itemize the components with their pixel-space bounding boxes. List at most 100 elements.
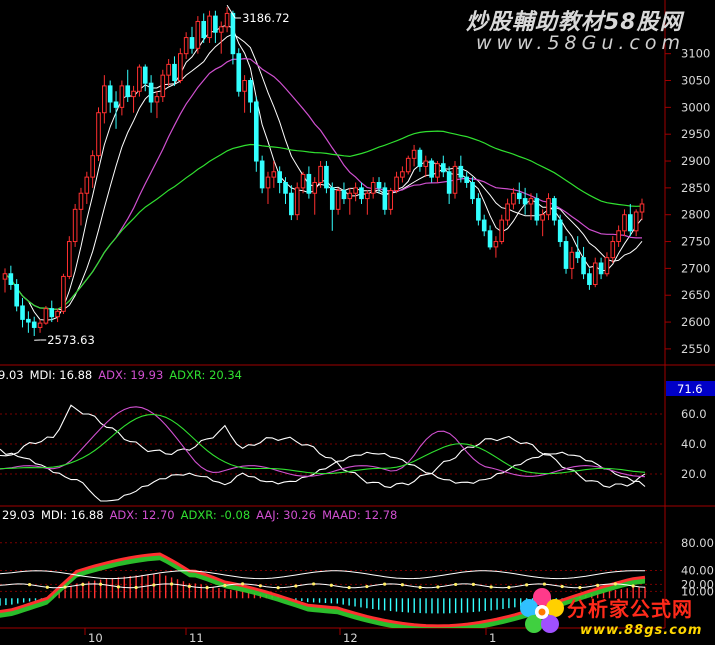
candle-body — [248, 80, 253, 103]
candle — [464, 171, 469, 188]
candle-body — [172, 63, 177, 82]
candle-body — [90, 155, 95, 178]
aaj-dot — [418, 585, 422, 589]
candle — [365, 190, 370, 215]
candle-body — [575, 251, 581, 259]
dmi-tick-label: 20.0 — [681, 467, 707, 481]
candle — [563, 236, 569, 274]
candle-body — [440, 163, 446, 173]
candle-body — [207, 15, 212, 39]
candle — [616, 225, 621, 247]
high-label: 3186.72 — [242, 11, 290, 25]
candle-body — [259, 160, 265, 189]
candle-body — [166, 63, 171, 76]
dmi-tick-label: 60.0 — [681, 407, 707, 421]
candle-body — [324, 165, 329, 189]
mdi-line — [0, 448, 646, 502]
candle — [72, 203, 78, 247]
candle — [481, 214, 487, 237]
candle — [400, 166, 405, 183]
candle — [435, 161, 440, 183]
aaj-dot — [276, 586, 280, 590]
candle — [271, 161, 277, 188]
dmi-highlight-value: 71.6 — [677, 382, 703, 396]
candle-body — [353, 187, 358, 194]
price-tick-label: 3000 — [681, 100, 710, 114]
candle-body — [224, 12, 230, 28]
candle — [213, 10, 218, 43]
aaj-dot — [63, 585, 67, 589]
candle-body — [598, 262, 604, 275]
candle — [142, 64, 148, 92]
candle — [160, 69, 166, 102]
candle-body — [66, 241, 72, 277]
candle — [166, 59, 171, 86]
candle-body — [476, 198, 481, 221]
candle-body — [218, 26, 224, 33]
candle — [102, 75, 107, 124]
candle-body — [283, 182, 288, 194]
candle — [148, 75, 154, 113]
price-tick-label: 3050 — [681, 74, 710, 88]
dmi-axis: 20.0 40.0 60.0 — [681, 407, 707, 481]
aaj-dot — [383, 582, 387, 586]
dmi-legend-item: ADXR: 20.34 — [169, 368, 242, 382]
candle-body — [481, 219, 487, 232]
time-tick-label: 11 — [189, 631, 204, 645]
maad-line — [0, 570, 645, 580]
site-logo[interactable]: 分析家公式网 www.88gs.com — [516, 583, 715, 645]
moving-averages — [4, 24, 643, 321]
candle — [324, 161, 329, 194]
aaj-dot — [27, 583, 32, 587]
candle-body — [230, 12, 236, 55]
candle-body — [429, 160, 434, 178]
candle-body — [610, 241, 616, 259]
candle-body — [277, 171, 282, 184]
candle-body — [154, 96, 160, 103]
candle — [189, 26, 195, 54]
dmi-legend-item: ADX: 19.93 — [98, 368, 163, 382]
candle — [587, 268, 592, 290]
candle — [195, 16, 201, 54]
candle — [341, 182, 347, 204]
candle — [557, 214, 563, 247]
candle — [119, 80, 125, 116]
candle — [329, 182, 335, 231]
candle — [107, 80, 113, 113]
aaj-dot — [347, 585, 351, 590]
candle — [516, 182, 522, 204]
candle — [487, 225, 493, 250]
candle-body — [446, 171, 452, 194]
candle-body — [119, 85, 125, 108]
candle-body — [14, 283, 19, 307]
candle-body — [604, 257, 610, 275]
candle-body — [628, 214, 633, 232]
aaj-dot — [489, 585, 493, 589]
candle — [90, 150, 95, 188]
flower-icon — [520, 588, 564, 633]
candle-body — [552, 198, 557, 221]
candle-body — [318, 165, 323, 184]
stock-chart: 2550 2600 2650 2700 2750 2800 2850 2900 2950 3000… — [0, 0, 715, 645]
candle — [633, 209, 639, 237]
candle-body — [142, 66, 148, 84]
candle-body — [195, 20, 201, 49]
candle — [546, 193, 551, 221]
aaj-dot — [98, 582, 103, 586]
candle-body — [271, 171, 277, 178]
candle-body — [470, 182, 475, 200]
candle-body — [388, 190, 394, 210]
candle — [639, 198, 645, 221]
candle-body — [8, 273, 14, 285]
dmi-legend: 9.03 MDI: 16.88 ADX: 19.93 ADXR: 20.34 — [0, 368, 242, 382]
candle — [125, 69, 131, 102]
aaj-legend-item: ADXR: -0.08 — [181, 508, 251, 522]
candle — [26, 311, 31, 333]
candle — [423, 155, 429, 178]
ma60-line — [4, 130, 643, 310]
candle-body — [587, 273, 592, 285]
candle — [96, 107, 101, 162]
candle — [604, 252, 610, 277]
candle-body — [2, 273, 8, 280]
aaj-dot — [81, 582, 85, 587]
